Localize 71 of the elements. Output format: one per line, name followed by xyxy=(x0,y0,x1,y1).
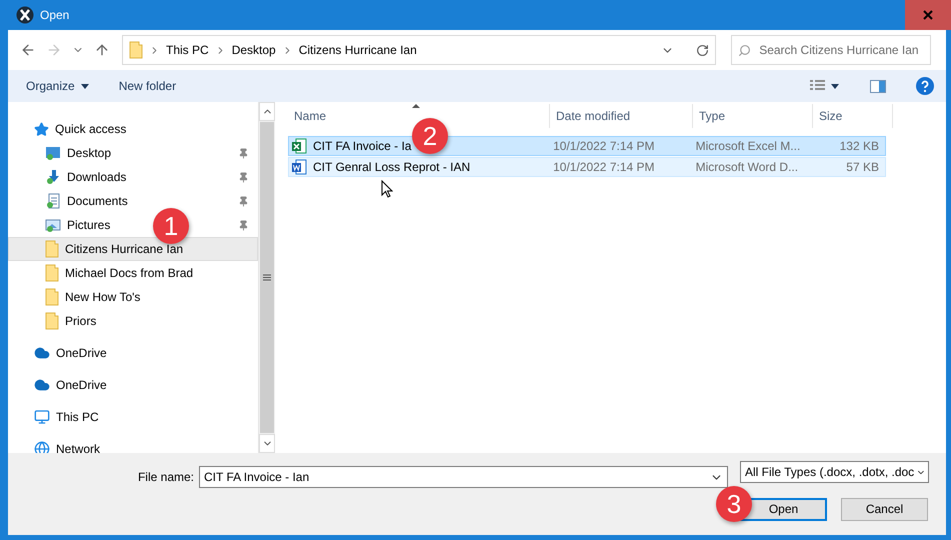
app-logo-icon xyxy=(16,6,34,24)
window-title: Open xyxy=(40,8,70,22)
address-bar[interactable]: This PC Desktop Citizens Hurricane Ian xyxy=(122,35,716,65)
pictures-icon xyxy=(45,217,61,233)
breadcrumb[interactable]: Desktop xyxy=(232,43,276,57)
nav-item[interactable]: Documents xyxy=(67,194,128,208)
download-icon xyxy=(45,169,61,185)
close-button[interactable] xyxy=(905,0,951,30)
desktop-icon xyxy=(45,145,61,161)
computer-icon xyxy=(34,409,50,425)
back-button[interactable] xyxy=(20,42,36,58)
file-name-field[interactable]: CIT FA Invoice - Ian xyxy=(199,466,728,488)
table-cell: Microsoft Word D... xyxy=(696,160,798,174)
breadcrumb[interactable]: This PC xyxy=(166,43,209,57)
close-icon xyxy=(923,10,933,20)
mouse-pointer-icon xyxy=(381,180,393,198)
scroll-down-button[interactable] xyxy=(259,434,275,453)
spreadsheet-icon xyxy=(291,138,307,154)
nav-item[interactable]: Quick access xyxy=(55,122,126,136)
sort-arrow-icon xyxy=(412,104,420,108)
nav-item[interactable]: OneDrive xyxy=(56,378,107,392)
file-name-label: File name: xyxy=(138,470,194,484)
up-button[interactable] xyxy=(94,42,110,58)
column-header[interactable]: Date modified xyxy=(550,104,693,128)
organize-button[interactable]: Organize xyxy=(26,79,89,93)
table-cell: CIT Genral Loss Reprot - IAN xyxy=(313,160,470,174)
folder-icon xyxy=(45,312,59,330)
nav-item[interactable]: New How To's xyxy=(65,290,140,304)
search-field[interactable]: Search Citizens Hurricane Ian xyxy=(731,35,931,65)
preview-pane-button[interactable] xyxy=(870,80,886,92)
network-icon xyxy=(34,441,50,453)
new-folder-button[interactable]: New folder xyxy=(118,79,176,93)
scroll-thumb[interactable] xyxy=(260,122,274,433)
nav-item[interactable]: OneDrive xyxy=(56,346,107,360)
nav-item[interactable]: Network xyxy=(56,442,100,453)
caret-icon xyxy=(80,84,89,88)
document-icon xyxy=(291,159,307,175)
nav-item[interactable]: Pictures xyxy=(67,218,110,232)
view-options-button[interactable] xyxy=(810,80,840,92)
column-header[interactable]: Size xyxy=(813,104,893,128)
nav-item[interactable]: Citizens Hurricane Ian xyxy=(8,237,258,261)
star-icon xyxy=(34,122,49,136)
table-cell: 57 KB xyxy=(846,160,879,174)
search-icon xyxy=(738,44,752,56)
table-cell: Microsoft Excel M... xyxy=(696,139,800,153)
file-row[interactable]: CIT Genral Loss Reprot - IAN 10/1/2022 7:14 PM Microsoft Word D... 57 KB xyxy=(288,157,886,177)
table-cell: CIT FA Invoice - Ia xyxy=(313,139,412,153)
folder-icon xyxy=(45,240,59,258)
folder-icon xyxy=(45,264,59,282)
help-button[interactable] xyxy=(916,77,934,95)
nav-item[interactable]: Downloads xyxy=(67,170,126,184)
table-cell: 10/1/2022 7:14 PM xyxy=(553,160,655,174)
nav-item[interactable]: Michael Docs from Brad xyxy=(65,266,194,280)
cloud-icon xyxy=(34,377,50,393)
search-placeholder: Search Citizens Hurricane Ian xyxy=(759,43,919,57)
nav-item[interactable]: Desktop xyxy=(67,146,112,160)
table-cell: 132 KB xyxy=(840,139,879,153)
folder-icon xyxy=(45,288,59,306)
breadcrumb[interactable]: Citizens Hurricane Ian xyxy=(298,43,417,57)
documents-icon xyxy=(45,193,61,209)
nav-item[interactable]: This PC xyxy=(56,410,99,424)
table-cell: 10/1/2022 7:14 PM xyxy=(553,139,655,153)
cancel-button[interactable]: Cancel xyxy=(841,498,928,520)
nav-item[interactable]: Priors xyxy=(65,314,96,328)
scrollbar[interactable] xyxy=(258,102,275,453)
refresh-icon[interactable] xyxy=(696,44,710,56)
file-type-dropdown[interactable]: All File Types (.docx, .dotx, .doc xyxy=(740,461,929,483)
column-header[interactable]: Type xyxy=(693,104,813,128)
scroll-up-button[interactable] xyxy=(259,102,275,121)
folder-icon xyxy=(129,41,143,59)
cloud-icon xyxy=(34,345,50,361)
